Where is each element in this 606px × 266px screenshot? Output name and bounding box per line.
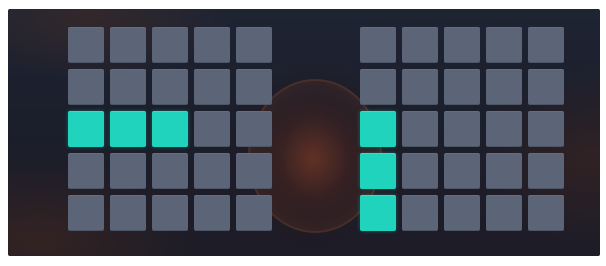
left-grid-tile-r2-c0-active[interactable] (68, 111, 104, 147)
left-grid-tile-r3-c0[interactable] (68, 153, 104, 189)
right-grid-tile-r0-c3[interactable] (486, 27, 522, 63)
right-grid-tile-r4-c2[interactable] (444, 195, 480, 231)
left-grid-tile-r3-c2[interactable] (152, 153, 188, 189)
right-grid-tile-r2-c3[interactable] (486, 111, 522, 147)
left-grid-tile-r1-c0[interactable] (68, 69, 104, 105)
right-grid-tile-r1-c3[interactable] (486, 69, 522, 105)
right-grid-tile-r3-c2[interactable] (444, 153, 480, 189)
right-grid-tile-r3-c0-active[interactable] (360, 153, 396, 189)
left-grid-tile-r1-c1[interactable] (110, 69, 146, 105)
right-grid (360, 27, 572, 239)
left-grid-tile-r1-c2[interactable] (152, 69, 188, 105)
left-grid-tile-r4-c2[interactable] (152, 195, 188, 231)
right-grid-tile-r4-c3[interactable] (486, 195, 522, 231)
left-grid-tile-r0-c4[interactable] (236, 27, 272, 63)
right-grid-tile-r1-c0[interactable] (360, 69, 396, 105)
left-grid-tile-r3-c3[interactable] (194, 153, 230, 189)
left-grid-tile-r4-c1[interactable] (110, 195, 146, 231)
left-grid-tile-r1-c3[interactable] (194, 69, 230, 105)
left-grid (68, 27, 280, 239)
right-grid-tile-r0-c2[interactable] (444, 27, 480, 63)
left-grid-tile-r0-c2[interactable] (152, 27, 188, 63)
left-grid-tile-r2-c4[interactable] (236, 111, 272, 147)
right-grid-tile-r4-c1[interactable] (402, 195, 438, 231)
right-grid-tile-r0-c4[interactable] (528, 27, 564, 63)
right-grid-tile-r3-c3[interactable] (486, 153, 522, 189)
right-grid-tile-r2-c1[interactable] (402, 111, 438, 147)
left-grid-tile-r1-c4[interactable] (236, 69, 272, 105)
left-grid-tile-r2-c1-active[interactable] (110, 111, 146, 147)
right-grid-tile-r1-c4[interactable] (528, 69, 564, 105)
left-grid-tile-r3-c1[interactable] (110, 153, 146, 189)
right-grid-tile-r3-c4[interactable] (528, 153, 564, 189)
right-grid-tile-r4-c0-active[interactable] (360, 195, 396, 231)
left-grid-tile-r4-c0[interactable] (68, 195, 104, 231)
right-grid-tile-r3-c1[interactable] (402, 153, 438, 189)
left-grid-tile-r4-c4[interactable] (236, 195, 272, 231)
left-grid-tile-r4-c3[interactable] (194, 195, 230, 231)
left-grid-tile-r2-c3[interactable] (194, 111, 230, 147)
right-grid-tile-r1-c1[interactable] (402, 69, 438, 105)
left-grid-tile-r0-c0[interactable] (68, 27, 104, 63)
right-grid-tile-r1-c2[interactable] (444, 69, 480, 105)
left-grid-tile-r3-c4[interactable] (236, 153, 272, 189)
left-grid-tile-r2-c2-active[interactable] (152, 111, 188, 147)
right-grid-tile-r0-c1[interactable] (402, 27, 438, 63)
right-grid-tile-r4-c4[interactable] (528, 195, 564, 231)
left-grid-tile-r0-c1[interactable] (110, 27, 146, 63)
right-grid-tile-r0-c0[interactable] (360, 27, 396, 63)
right-grid-tile-r2-c2[interactable] (444, 111, 480, 147)
right-grid-tile-r2-c4[interactable] (528, 111, 564, 147)
right-grid-tile-r2-c0-active[interactable] (360, 111, 396, 147)
game-board (8, 9, 600, 256)
left-grid-tile-r0-c3[interactable] (194, 27, 230, 63)
screenshot-frame (0, 0, 606, 266)
